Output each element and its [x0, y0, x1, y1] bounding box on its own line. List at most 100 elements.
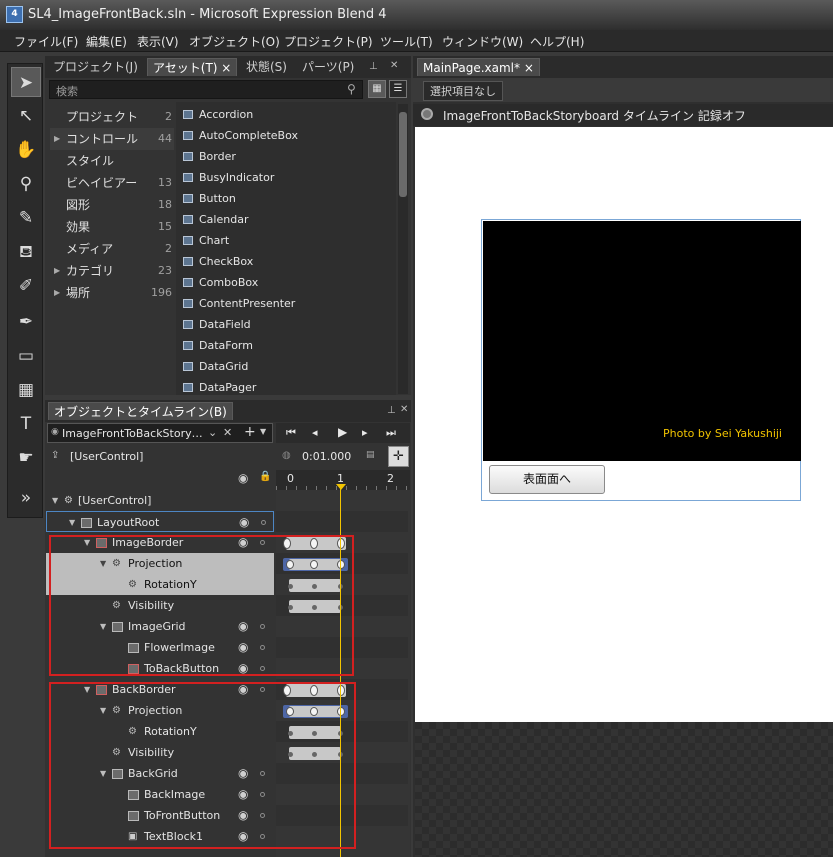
next-frame-icon[interactable]: ▸	[362, 426, 368, 439]
asset-scrollbar[interactable]	[398, 104, 408, 394]
tree-row-backimage[interactable]: BackImage ◉	[46, 784, 274, 805]
asset-item[interactable]: Border	[180, 146, 236, 167]
pin-icon[interactable]: ⊥	[369, 61, 378, 72]
eye-icon[interactable]: ◉	[238, 616, 248, 637]
asset-item[interactable]: BusyIndicator	[180, 167, 274, 188]
breadcrumb[interactable]: 選択項目なし	[423, 81, 503, 101]
panel-close-icon[interactable]: ✕	[400, 404, 408, 415]
lock-dot-icon[interactable]	[260, 687, 265, 692]
lock-dot-icon[interactable]	[260, 792, 265, 797]
asset-category[interactable]: ビヘイビアー 13	[50, 172, 174, 194]
lock-dot-icon[interactable]	[260, 666, 265, 671]
current-time[interactable]: 0:01.000	[302, 450, 351, 463]
tree-row-textblock1[interactable]: ▣ TextBlock1 ◉	[46, 826, 274, 847]
asset-category[interactable]: メディア 2	[50, 238, 174, 260]
tree-row-rotationy[interactable]: ⚙ RotationY	[46, 574, 274, 595]
asset-item[interactable]: Accordion	[180, 104, 253, 125]
keyframe-marker[interactable]	[337, 560, 345, 569]
lock-dot-icon[interactable]	[261, 520, 266, 525]
tab-project[interactable]: プロジェクト(J)	[48, 58, 143, 76]
eye-icon[interactable]: ◉	[238, 784, 248, 805]
objects-timeline-title[interactable]: オブジェクトとタイムライン(B)	[48, 402, 233, 420]
storyboard-picker[interactable]: ◉ ImageFrontToBackStory… ⌄ ✕ + ▼	[47, 423, 273, 443]
asset-category[interactable]: 効果 15	[50, 216, 174, 238]
eye-icon[interactable]: ◉	[238, 637, 248, 658]
grid-tool-icon[interactable]: ▦	[11, 375, 41, 405]
first-frame-icon[interactable]: ⏮	[286, 426, 296, 440]
direct-selection-tool-icon[interactable]: ↖	[11, 101, 41, 131]
asset-item[interactable]: DataField	[180, 314, 251, 335]
tree-row-layoutroot[interactable]: ▼ LayoutRoot ◉	[46, 511, 274, 532]
paint-bucket-tool-icon[interactable]: ⛾	[11, 237, 41, 267]
tree-row-projection[interactable]: ▼ ⚙ Projection	[46, 700, 274, 721]
eye-icon[interactable]: ◉	[238, 679, 248, 700]
tree-row-rotationy[interactable]: ⚙ RotationY	[46, 721, 274, 742]
previous-frame-icon[interactable]: ◂	[312, 426, 318, 439]
tree-row-flowerimage[interactable]: FlowerImage ◉	[46, 637, 274, 658]
assets-flyout-icon[interactable]: »	[11, 483, 41, 513]
last-frame-icon[interactable]: ⏭	[386, 426, 396, 440]
list-view-icon[interactable]: ☰	[389, 80, 407, 98]
keyframe-marker[interactable]	[286, 560, 294, 569]
eye-icon[interactable]: ◉	[238, 805, 248, 826]
lock-dot-icon[interactable]	[260, 624, 265, 629]
keyframe-marker[interactable]	[283, 685, 291, 696]
asset-item[interactable]: Button	[180, 188, 236, 209]
keyframe-marker[interactable]	[337, 707, 345, 716]
lock-dot-icon[interactable]	[260, 834, 265, 839]
close-icon[interactable]: ×	[524, 61, 534, 75]
asset-item[interactable]: ContentPresenter	[180, 293, 295, 314]
asset-search-input[interactable]: 検索	[49, 80, 363, 99]
menu-tools[interactable]: ツール(T)	[380, 33, 433, 50]
selection-tool-icon[interactable]: ➤	[11, 67, 41, 97]
scrollbar-thumb[interactable]	[399, 112, 407, 197]
eye-icon[interactable]: ◉	[238, 763, 248, 784]
eye-icon[interactable]: ◉	[238, 471, 248, 485]
tree-row-imagegrid[interactable]: ▼ ImageGrid ◉	[46, 616, 274, 637]
asset-item[interactable]: Calendar	[180, 209, 248, 230]
tree-row-usercontrol[interactable]: ▼ ⚙ [UserControl]	[46, 490, 274, 511]
keyframe-marker[interactable]	[312, 605, 317, 610]
zoom-fit-icon[interactable]: ✛	[388, 446, 409, 467]
pen-tool-icon[interactable]: ✒	[11, 307, 41, 337]
lock-dot-icon[interactable]	[260, 645, 265, 650]
root-row[interactable]: ⇪ [UserControl]	[46, 446, 274, 468]
keyframe-marker[interactable]	[283, 538, 291, 549]
keyframe-marker[interactable]	[312, 731, 317, 736]
asset-category[interactable]: ▶ 場所 196	[50, 282, 174, 304]
grid-view-icon[interactable]: ▦	[368, 80, 386, 98]
eye-icon[interactable]: ◉	[238, 826, 248, 847]
keyframe-marker[interactable]	[288, 752, 293, 757]
eye-icon[interactable]: ◉	[238, 658, 248, 679]
play-icon[interactable]: ▶	[338, 425, 347, 439]
eye-icon[interactable]: ◉	[238, 532, 248, 553]
search-icon[interactable]: ⚲	[347, 82, 356, 96]
keyframe-marker[interactable]	[310, 538, 318, 549]
close-storyboard-icon[interactable]: ✕	[223, 426, 232, 439]
record-keyframe-icon[interactable]: ◍	[282, 450, 291, 461]
keyframe-marker[interactable]	[310, 707, 318, 716]
tab-assets[interactable]: アセット(T) ×	[147, 58, 238, 76]
keyframe-marker[interactable]	[312, 752, 317, 757]
asset-category[interactable]: プロジェクト 2	[50, 106, 174, 128]
tree-row-tobackbutton[interactable]: ToBackButton ◉	[46, 658, 274, 679]
tree-row-imageborder[interactable]: ▼ ImageBorder ◉	[46, 532, 274, 553]
eye-icon[interactable]: ◉	[239, 512, 249, 533]
asset-category[interactable]: ▶ コントロール 44	[50, 128, 174, 150]
lock-dot-icon[interactable]	[260, 540, 265, 545]
gradient-tool-icon[interactable]: ✐	[11, 271, 41, 301]
panel-close-icon[interactable]: ✕	[390, 60, 398, 71]
snap-icon[interactable]: ▤	[366, 450, 375, 460]
lock-icon[interactable]: 🔒	[259, 471, 271, 482]
keyframe-marker[interactable]	[286, 707, 294, 716]
dropdown-arrow-icon[interactable]: ▼	[260, 427, 266, 436]
tree-row-projection[interactable]: ▼ ⚙ Projection	[46, 553, 274, 574]
tree-row-backborder[interactable]: ▼ BackBorder ◉	[46, 679, 274, 700]
menu-object[interactable]: オブジェクト(O)	[189, 33, 280, 50]
tab-states[interactable]: 状態(S)	[241, 58, 292, 76]
pin-icon[interactable]: ⊥	[387, 405, 396, 416]
asset-item[interactable]: DataPager	[180, 377, 256, 398]
menu-project[interactable]: プロジェクト(P)	[284, 33, 373, 50]
control-tool-icon[interactable]: ☛	[11, 443, 41, 473]
keyframe-marker[interactable]	[288, 584, 293, 589]
